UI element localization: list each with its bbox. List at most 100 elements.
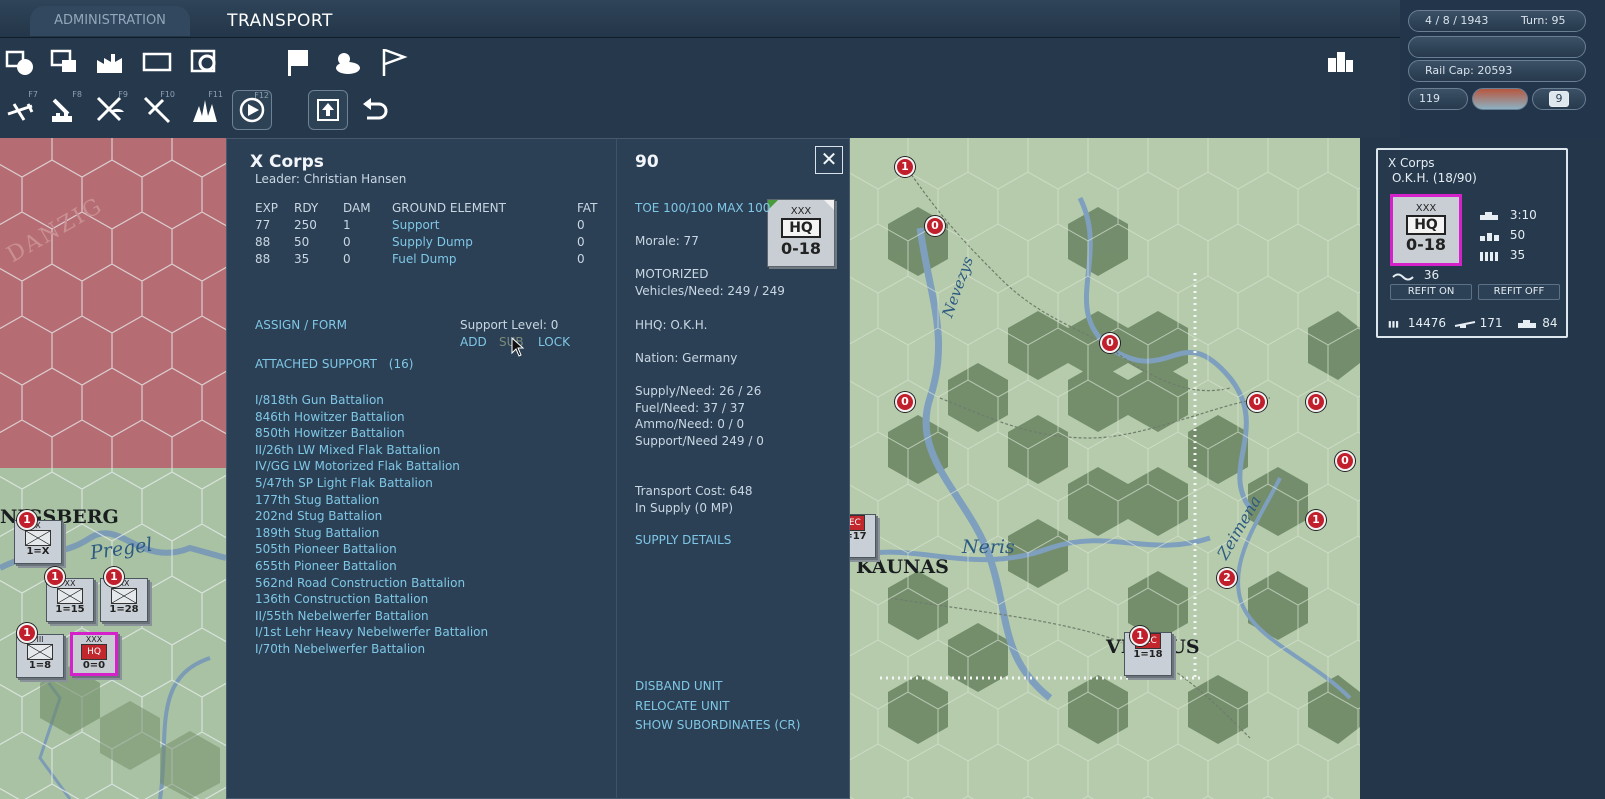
weather-icon[interactable]: [326, 42, 366, 82]
cell-rdy: 35: [294, 252, 310, 266]
info-unit-name: X Corps: [1388, 156, 1435, 170]
unit-info-card[interactable]: X Corps O.K.H. (18/90) XXX HQ 0-18 3:10 …: [1376, 148, 1568, 338]
attached-support-header[interactable]: ATTACHED SUPPORT (16): [255, 357, 413, 371]
cell-dam: 0: [343, 235, 351, 249]
info-unit-counter[interactable]: XXX HQ 0-18: [1390, 194, 1462, 266]
lock-support-button[interactable]: LOCK: [538, 335, 570, 349]
map-left[interactable]: Pregel NIGSBERG DANZIG X 1=X 1 XX 1=15 1…: [0, 138, 226, 799]
fuel-icon: [1392, 273, 1414, 280]
toe-link[interactable]: TOE 100/100 MAX 100: [635, 201, 770, 215]
cell-dam: 0: [343, 252, 351, 266]
list-item[interactable]: 5/47th SP Light Flak Battalion: [255, 476, 488, 493]
city-icon[interactable]: [1320, 40, 1360, 80]
hex-grid: [850, 138, 1360, 799]
nation-flag-icon[interactable]: [1472, 88, 1528, 110]
tank-icon: [1518, 319, 1537, 328]
explosion-icon[interactable]: F11: [185, 90, 225, 130]
turn-text: Turn: 95: [1521, 14, 1566, 27]
toolbar: F7 F8 F9 F10 F11 F12: [0, 38, 1400, 138]
list-item[interactable]: I/1st Lehr Heavy Nebelwerfer Battalion: [255, 625, 488, 642]
unit-badge[interactable]: 1: [895, 157, 915, 177]
list-item[interactable]: 846th Howitzer Battalion: [255, 410, 488, 427]
tank-icon: [1480, 211, 1498, 220]
list-item[interactable]: 202nd Stug Battalion: [255, 509, 488, 526]
cell-rdy: 250: [294, 218, 317, 232]
list-item[interactable]: I/70th Nebelwerfer Battalion: [255, 642, 488, 659]
refit-off-button[interactable]: REFIT OFF: [1478, 284, 1560, 300]
rectangle-icon[interactable]: [137, 42, 177, 82]
flag-icon[interactable]: [373, 42, 413, 82]
unit-select-icon[interactable]: [0, 42, 40, 82]
unit-badge[interactable]: 0: [1306, 392, 1326, 412]
list-item[interactable]: 655th Pioneer Battalion: [255, 559, 488, 576]
unit-badge[interactable]: 0: [925, 216, 945, 236]
weather-indicator[interactable]: 9: [1532, 88, 1586, 110]
ground-attack-icon[interactable]: F10: [137, 90, 177, 130]
hex-settings-icon[interactable]: [185, 42, 225, 82]
map-right[interactable]: Neris Nevezys Zeimena KAUNAS VILNIUS SEC…: [850, 138, 1360, 799]
rail-cap-bar: Rail Cap: 20593: [1408, 60, 1586, 82]
unit-badge[interactable]: 0: [1335, 451, 1355, 471]
col-ground-element: GROUND ELEMENT: [392, 201, 506, 215]
cell-element[interactable]: Fuel Dump: [392, 252, 457, 266]
close-button[interactable]: ✕: [815, 146, 843, 174]
list-item[interactable]: II/26th LW Mixed Flak Battalion: [255, 443, 488, 460]
list-item[interactable]: 505th Pioneer Battalion: [255, 542, 488, 559]
support-level-text: Support Level: 0: [460, 318, 559, 332]
transport-cost-text: Transport Cost: 648: [635, 484, 753, 498]
refit-on-button[interactable]: REFIT ON: [1390, 284, 1472, 300]
hq-counter[interactable]: XXX HQ 0=0: [70, 632, 118, 676]
flag-document-icon[interactable]: [278, 42, 318, 82]
supply-icon: [1480, 251, 1498, 261]
cell-element[interactable]: Support: [392, 218, 439, 232]
list-item[interactable]: 136th Construction Battalion: [255, 592, 488, 609]
gun-icon: [1454, 320, 1476, 328]
list-item[interactable]: IV/GG LW Motorized Flak Battalion: [255, 459, 488, 476]
stat-tank: 3:10: [1478, 208, 1537, 222]
hhq-link[interactable]: HHQ: O.K.H.: [635, 318, 707, 332]
motorized-text: MOTORIZED: [635, 267, 709, 281]
unit-badge: 1: [45, 567, 65, 587]
list-item[interactable]: 850th Howitzer Battalion: [255, 426, 488, 443]
add-support-button[interactable]: ADD: [460, 335, 487, 349]
tab-transport[interactable]: TRANSPORT: [210, 6, 350, 36]
cell-element[interactable]: Supply Dump: [392, 235, 473, 249]
col-rdy: RDY: [294, 201, 319, 215]
security-unit-counter[interactable]: SEC 1=17: [850, 514, 876, 558]
unit-badge[interactable]: 1: [1306, 510, 1326, 530]
paradrop-icon[interactable]: F9: [90, 90, 130, 130]
city-label-kaunas: KAUNAS: [856, 556, 949, 578]
date-text: 4 / 8 / 1943: [1425, 14, 1489, 27]
list-item[interactable]: 562nd Road Construction Battalion: [255, 576, 488, 593]
list-item[interactable]: 189th Stug Battalion: [255, 526, 488, 543]
disband-unit-link[interactable]: DISBAND UNIT: [635, 679, 723, 693]
list-item[interactable]: 177th Stug Battalion: [255, 493, 488, 510]
unit-badge[interactable]: 0: [1247, 392, 1267, 412]
list-item[interactable]: II/55th Nebelwerfer Battalion: [255, 609, 488, 626]
dialog-right-pane: 90 ✕ XXX HQ 0-18 TOE 100/100 MAX 100 Mor…: [617, 139, 851, 799]
hq-icon[interactable]: [44, 42, 84, 82]
nation-text: Nation: Germany: [635, 351, 738, 365]
leader-link[interactable]: Leader: Christian Hansen: [255, 172, 406, 186]
mouse-cursor-icon: [511, 337, 525, 357]
bomb-airfield-icon[interactable]: F8: [44, 90, 84, 130]
air-icon[interactable]: F7: [0, 90, 40, 130]
tab-administration[interactable]: ADMINISTRATION: [30, 6, 190, 36]
show-subordinates-link[interactable]: SHOW SUBORDINATES (CR): [635, 718, 800, 732]
cell-fat: 0: [577, 252, 585, 266]
men-icon: [1388, 320, 1399, 328]
ammo-text: Ammo/Need: 0 / 0: [635, 417, 745, 431]
relocate-unit-link[interactable]: RELOCATE UNIT: [635, 699, 730, 713]
upload-icon[interactable]: [308, 90, 348, 130]
list-item[interactable]: I/818th Gun Battalion: [255, 393, 488, 410]
unit-badge[interactable]: 2: [1217, 568, 1237, 588]
supply-details-link[interactable]: SUPPLY DETAILS: [635, 533, 731, 547]
factory-icon[interactable]: [90, 42, 130, 82]
undo-icon[interactable]: [355, 90, 395, 130]
assign-form-link[interactable]: ASSIGN / FORM: [255, 318, 347, 332]
unit-badge[interactable]: 0: [895, 392, 915, 412]
river-label-neris: Neris: [962, 536, 1015, 558]
counter-size: XXX: [1415, 203, 1437, 214]
unit-badge[interactable]: 0: [1100, 333, 1120, 353]
play-icon[interactable]: F12: [232, 90, 272, 130]
